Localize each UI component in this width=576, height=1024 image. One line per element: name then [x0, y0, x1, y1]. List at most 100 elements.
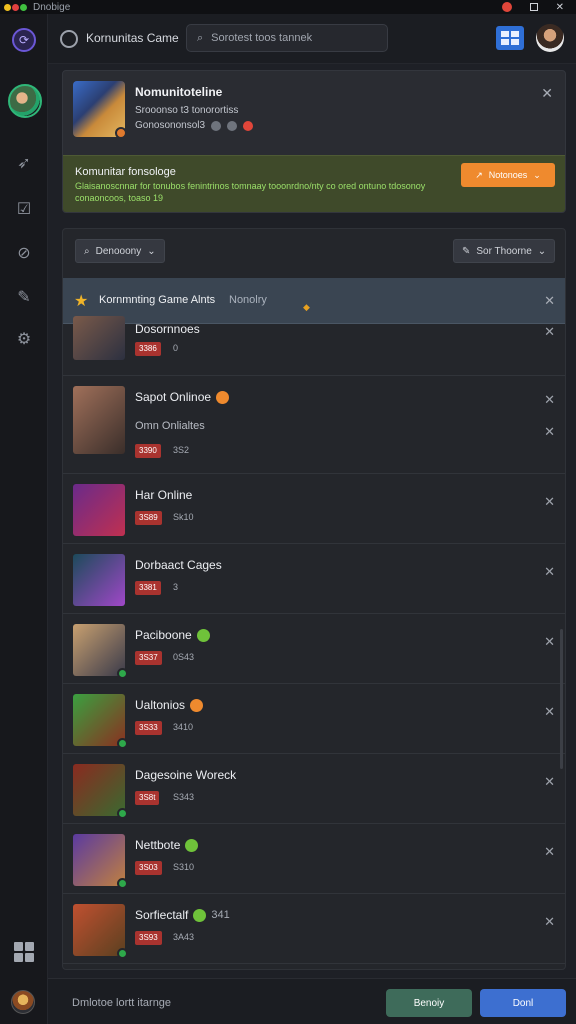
sort-label: Denooony	[95, 245, 142, 257]
maximize-button[interactable]	[529, 3, 538, 11]
game-meta: 3	[173, 582, 179, 592]
app-home-icon[interactable]: ⟳	[12, 28, 36, 52]
game-meta: S310	[173, 862, 195, 872]
game-meta: 3A43	[173, 932, 195, 942]
back-icon[interactable]	[60, 30, 78, 48]
banner-button-label: Notonoes	[488, 170, 528, 180]
close-icon[interactable]: ✕	[544, 914, 555, 930]
list-item[interactable]: Dorbaact Cages 3381 3 ✕	[63, 544, 565, 614]
game-thumbnail	[73, 386, 125, 454]
banner-action-button[interactable]: ↗ Notonoes ⌄	[461, 163, 555, 187]
notification-icon[interactable]	[501, 2, 512, 12]
status-icon	[190, 698, 204, 712]
arrow-icon: ↗	[475, 169, 483, 180]
chevron-down-icon: ⌄	[533, 169, 541, 180]
primary-button[interactable]: Donl	[480, 989, 566, 1017]
game-thumbnail	[73, 764, 128, 819]
game-tag: 3S33	[135, 721, 162, 735]
games-list-panel: ⌕ Denooony ⌄ ✎ Sor Thoorne ⌄ ★ Kornmntin…	[62, 228, 566, 970]
game-meta: 3S2	[173, 445, 190, 455]
search-box[interactable]: ⌕	[186, 24, 388, 52]
sidebar-avatar[interactable]	[8, 84, 42, 118]
game-title: Nettbote	[135, 838, 199, 852]
list-item[interactable]: Ualtonios 3S33 3410 ✕	[63, 684, 565, 754]
close-icon[interactable]: ✕	[544, 494, 555, 510]
status-icon	[216, 390, 230, 404]
profile-detail: Gonosononsol3	[135, 120, 206, 131]
info-icon	[211, 120, 222, 131]
game-title: Sorfiectalf 341	[135, 908, 230, 922]
search-input[interactable]	[211, 32, 372, 44]
close-icon[interactable]: ✕	[544, 324, 555, 340]
game-meta: 0S43	[173, 652, 195, 662]
status-icon	[196, 628, 210, 642]
filter-row: ⌕ Denooony ⌄ ✎ Sor Thoorne ⌄	[63, 229, 565, 277]
highlight-row[interactable]: ★ Kornmnting Game Alnts Nonolry ◆ ✕	[63, 278, 565, 324]
settings-icon	[227, 120, 238, 131]
game-title: Har Online	[135, 488, 193, 502]
game-title: Paciboone	[135, 628, 210, 642]
check-icon[interactable]: ☑	[14, 200, 34, 220]
game-tag: 3S03	[135, 861, 162, 875]
game-title: Ualtonios	[135, 698, 204, 712]
game-thumbnail	[73, 316, 125, 360]
sort-dropdown[interactable]: ⌕ Denooony ⌄	[75, 239, 165, 263]
list-item[interactable]: Nettbote 3S03 S310 ✕	[63, 824, 565, 894]
close-icon[interactable]: ✕	[544, 634, 555, 650]
footer: Dmlotoe lortt itarnge Benoiy Donl	[48, 978, 576, 1024]
close-window-button[interactable]: ✕	[556, 2, 564, 13]
game-tag: 3S89	[135, 511, 162, 525]
close-icon[interactable]: ✕	[544, 844, 555, 860]
list-item[interactable]: Har Online 3S89 Sk10 ✕	[63, 474, 565, 544]
action-dropdown[interactable]: ✎ Sor Thoorne ⌄	[453, 239, 556, 263]
game-thumbnail	[73, 624, 128, 679]
window-titlebar: Dnobige ✕	[0, 0, 576, 14]
profile-detail-row: Gonosononsol3	[135, 120, 254, 131]
games-list: Dosornnoes 3386 0 ✕ Sapot Onlinoe Omn On…	[63, 316, 565, 964]
game-title: Dorbaact Cages	[135, 558, 222, 572]
close-icon[interactable]: ✕	[544, 392, 555, 408]
pen-icon[interactable]: ✎	[14, 288, 34, 308]
chevron-down-icon: ⌄	[147, 245, 156, 257]
profile-card: Nomunitoteline Srooonso t3 tonorortiss G…	[62, 70, 566, 213]
close-icon[interactable]: ✕	[544, 774, 555, 790]
page-title: Kornunitas Came	[86, 31, 179, 45]
search-icon: ⌕	[197, 31, 204, 44]
game-thumbnail	[73, 834, 128, 889]
apps-grid-icon[interactable]	[14, 942, 34, 962]
highlight-title: Kornmnting Game Alnts	[99, 294, 216, 306]
list-item[interactable]: Paciboone 3S37 0S43 ✕	[63, 614, 565, 684]
compass-icon[interactable]: ⊘	[14, 244, 34, 264]
layout-toggle-button[interactable]	[496, 26, 524, 50]
sidebar: ⟳ ➶ ☑ ⊘ ✎ ⚙	[0, 14, 48, 1024]
close-icon[interactable]: ✕	[544, 424, 555, 440]
user-avatar[interactable]	[11, 990, 35, 1014]
scrollbar[interactable]	[560, 629, 563, 769]
online-badge-icon	[117, 808, 128, 819]
alert-icon	[243, 120, 254, 131]
game-title: Sapot Onlinoe	[135, 390, 230, 404]
game-thumbnail	[73, 554, 125, 606]
game-tag: 3S37	[135, 651, 162, 665]
banner-text: Glaisanoscnnar for tonubos fenintrinos t…	[75, 181, 426, 203]
profile-avatar[interactable]	[536, 24, 564, 52]
gear-icon[interactable]: ⚙	[14, 330, 34, 350]
list-item[interactable]: Dagesoine Woreck 3S8t S343 ✕	[63, 754, 565, 824]
app-logo-icon	[4, 3, 27, 11]
close-icon[interactable]: ✕	[544, 293, 555, 309]
online-badge-icon	[117, 738, 128, 749]
list-item[interactable]: Sorfiectalf 341 3S93 3A43 ✕	[63, 894, 565, 964]
game-meta: 0	[173, 343, 179, 353]
secondary-button[interactable]: Benoiy	[386, 989, 472, 1017]
topbar: Kornunitas Came ⌕	[48, 14, 576, 64]
rocket-icon[interactable]: ➶	[14, 154, 34, 174]
highlight-subtitle: Nonolry	[229, 294, 267, 306]
close-icon[interactable]: ✕	[541, 85, 553, 102]
status-icon	[193, 908, 207, 922]
close-icon[interactable]: ✕	[544, 704, 555, 720]
profile-name: Nomunitoteline	[135, 85, 223, 99]
list-item[interactable]: Dosornnoes 3386 0 ✕	[63, 316, 565, 376]
game-tag: 3S93	[135, 931, 162, 945]
close-icon[interactable]: ✕	[544, 564, 555, 580]
list-item[interactable]: Sapot Onlinoe Omn Onlialtes 3390 3S2 ✕ ✕	[63, 376, 565, 474]
